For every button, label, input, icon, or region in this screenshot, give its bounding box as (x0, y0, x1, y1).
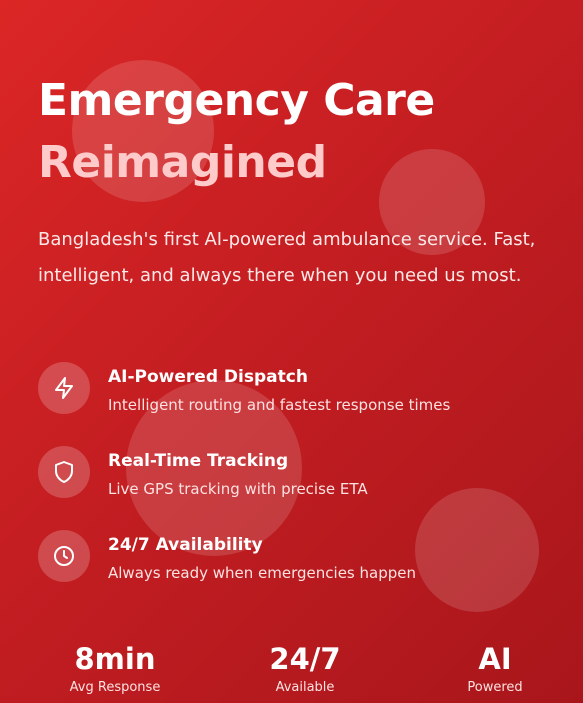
stat-value: 8min (74, 642, 156, 676)
stat-label: Powered (467, 680, 523, 695)
feature-description: Intelligent routing and fastest response… (108, 396, 451, 414)
clock-icon (38, 530, 90, 582)
feature-item-ai-dispatch: AI-Powered Dispatch Intelligent routing … (38, 362, 578, 446)
feature-description: Live GPS tracking with precise ETA (108, 480, 368, 498)
feature-description: Always ready when emergencies happen (108, 564, 416, 582)
hero-subtitle: Bangladesh's first AI-powered ambulance … (38, 229, 536, 286)
stat-avg-response: 8min Avg Response (25, 640, 205, 698)
hero-title: Emergency Care Reimagined (38, 70, 435, 194)
feature-title: 24/7 Availability (108, 535, 263, 555)
stat-value: 24/7 (269, 642, 341, 676)
feature-title: AI-Powered Dispatch (108, 367, 308, 387)
feature-item-availability: 24/7 Availability Always ready when emer… (38, 530, 578, 614)
hero-section: Emergency Care Reimagined Bangladesh's f… (0, 0, 583, 703)
stat-value: AI (478, 642, 512, 676)
feature-item-tracking: Real-Time Tracking Live GPS tracking wit… (38, 446, 578, 530)
hero-title-line2: Reimagined (38, 137, 327, 188)
lightning-icon (38, 362, 90, 414)
feature-title: Real-Time Tracking (108, 451, 289, 471)
stat-label: Available (275, 680, 335, 695)
shield-icon (38, 446, 90, 498)
stat-availability: 24/7 Available (215, 640, 395, 698)
stat-ai-powered: AI Powered (405, 640, 583, 698)
feature-list: AI-Powered Dispatch Intelligent routing … (38, 362, 578, 614)
stat-label: Avg Response (69, 680, 161, 695)
hero-title-line1: Emergency Care (38, 75, 435, 126)
stats-bar: 8min Avg Response 24/7 Available AI Powe… (0, 640, 583, 703)
